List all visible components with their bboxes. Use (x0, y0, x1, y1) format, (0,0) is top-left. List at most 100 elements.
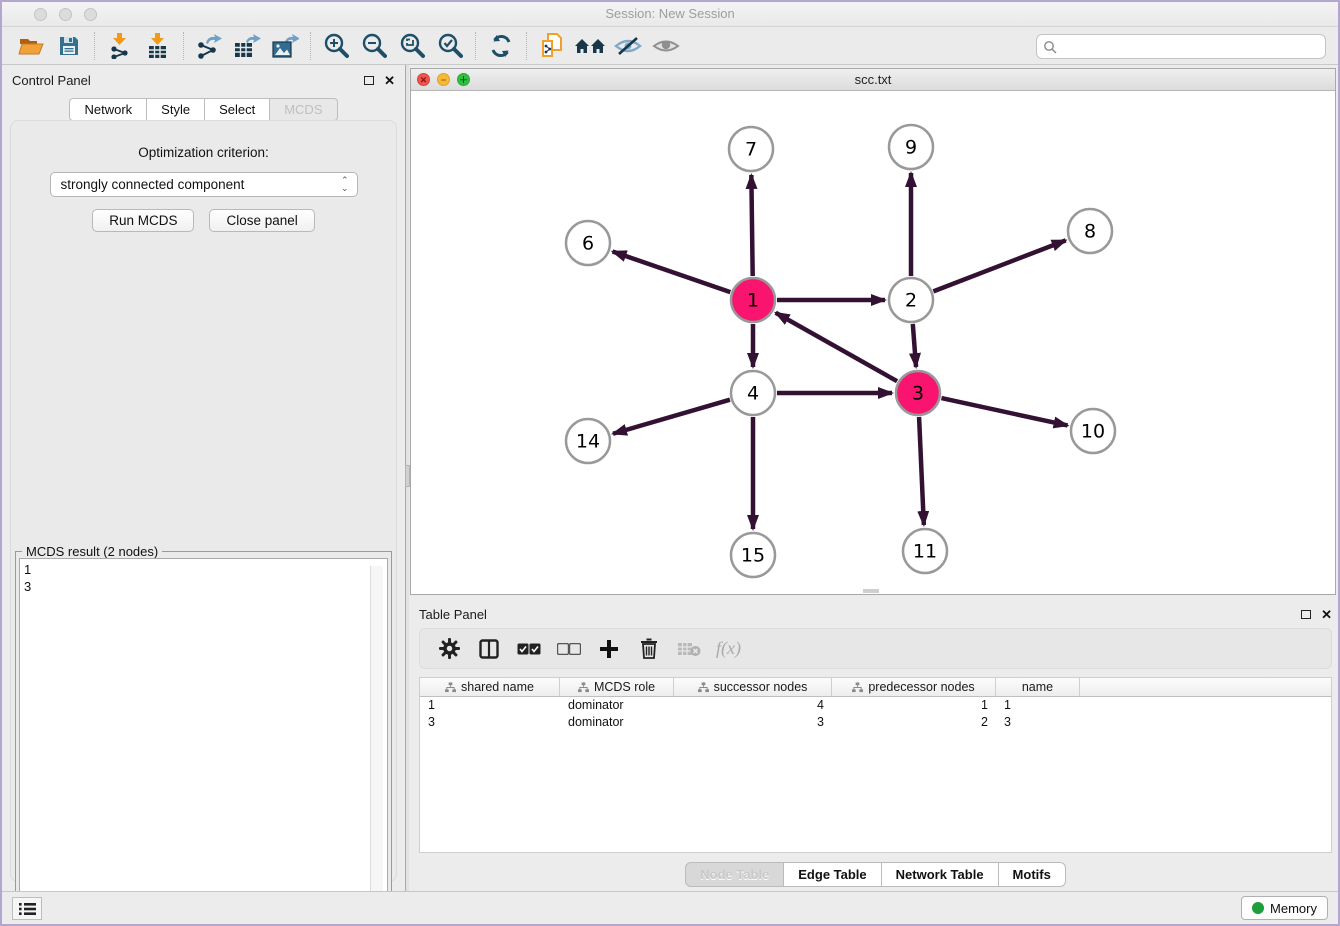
column-label: name (1022, 680, 1053, 694)
column-label: successor nodes (714, 680, 808, 694)
network-window-title: scc.txt (411, 72, 1335, 87)
export-image-button[interactable] (266, 30, 304, 62)
save-session-button[interactable] (50, 30, 88, 62)
table-panel-header: Table Panel ✕ (409, 599, 1340, 629)
close-table-panel-icon[interactable]: ✕ (1321, 608, 1332, 621)
column-header-successor-nodes[interactable]: successor nodes (674, 678, 832, 696)
column-header-MCDS-role[interactable]: MCDS role (560, 678, 674, 696)
graph-node-label-2: 2 (905, 290, 917, 312)
save-icon (58, 35, 80, 57)
network-graph[interactable]: 7968124314101511 (411, 91, 1335, 594)
table-cell[interactable]: dominator (560, 697, 674, 714)
import-table-icon (146, 33, 170, 59)
hide-eye-button[interactable] (609, 30, 647, 62)
edge-2-3[interactable] (913, 324, 916, 367)
function-builder-button[interactable]: f(x) (716, 638, 741, 659)
edge-3-11[interactable] (919, 417, 924, 525)
mcds-result-list[interactable]: 1 3 (19, 558, 388, 922)
table-cell[interactable]: 1 (832, 697, 996, 714)
copy-network-button[interactable] (533, 30, 571, 62)
table-cell[interactable]: 1 (996, 697, 1080, 714)
close-panel-icon[interactable]: ✕ (384, 74, 395, 87)
memory-label: Memory (1270, 901, 1317, 916)
refresh-button[interactable] (482, 30, 520, 62)
zoom-out-button[interactable] (355, 30, 393, 62)
table-row[interactable]: 3dominator323 (420, 714, 1331, 731)
graph-node-label-3: 3 (912, 383, 924, 405)
table-cell[interactable]: dominator (560, 714, 674, 731)
table-row[interactable]: 1dominator411 (420, 697, 1331, 714)
import-network-button[interactable] (101, 30, 139, 62)
show-columns-button[interactable] (476, 636, 502, 662)
add-column-button[interactable] (596, 636, 622, 662)
task-history-button[interactable] (12, 897, 42, 920)
column-header-predecessor-nodes[interactable]: predecessor nodes (832, 678, 996, 696)
export-network-icon (196, 33, 222, 59)
edge-4-14[interactable] (613, 400, 730, 434)
close-panel-button[interactable]: Close panel (209, 209, 314, 232)
float-panel-icon[interactable] (364, 76, 374, 85)
delete-table-button[interactable] (676, 636, 702, 662)
float-table-panel-icon[interactable] (1301, 610, 1311, 619)
table-cell[interactable]: 1 (420, 697, 560, 714)
home-views-button[interactable] (571, 30, 609, 62)
table-cell[interactable]: 3 (996, 714, 1080, 731)
select-all-icon (517, 643, 541, 655)
select-all-button[interactable] (516, 636, 542, 662)
table-cell[interactable]: 3 (420, 714, 560, 731)
criterion-select[interactable]: strongly connected component ⌃⌄ (50, 172, 358, 197)
titlebar: Session: New Session (2, 2, 1338, 27)
tab-node-table[interactable]: Node Table (685, 862, 784, 887)
search-input[interactable] (1057, 40, 1319, 54)
deselect-all-button[interactable] (556, 636, 582, 662)
memory-button[interactable]: Memory (1241, 896, 1328, 920)
edge-3-1[interactable] (776, 313, 897, 381)
export-network-button[interactable] (190, 30, 228, 62)
mcds-result-box: MCDS result (2 nodes) 1 3 (15, 551, 392, 926)
edge-1-6[interactable] (613, 251, 731, 292)
run-mcds-button[interactable]: Run MCDS (92, 209, 194, 232)
select-stepper-icon: ⌃⌄ (341, 177, 349, 191)
export-table-button[interactable] (228, 30, 266, 62)
zoom-in-icon (323, 33, 349, 59)
delete-column-button[interactable] (636, 636, 662, 662)
tab-select[interactable]: Select (205, 98, 270, 121)
tab-style[interactable]: Style (147, 98, 205, 121)
toolbar-separator (183, 32, 184, 60)
export-image-icon (271, 33, 299, 59)
edge-2-8[interactable] (933, 240, 1065, 291)
table-cell[interactable]: 2 (832, 714, 996, 731)
tab-edge-table[interactable]: Edge Table (784, 862, 881, 887)
table-panel-title: Table Panel (419, 607, 1301, 622)
tab-network-table[interactable]: Network Table (882, 862, 999, 887)
open-file-button[interactable] (12, 30, 50, 62)
table-settings-button[interactable] (436, 636, 462, 662)
zoom-fit-button[interactable] (393, 30, 431, 62)
window-title: Session: New Session (2, 6, 1338, 21)
result-scrollbar[interactable] (370, 566, 383, 917)
canvas-resize-grip[interactable] (863, 589, 879, 593)
search-field (1036, 34, 1326, 59)
table-cell[interactable]: 3 (674, 714, 832, 731)
edge-3-10[interactable] (941, 398, 1067, 425)
show-eye-button[interactable] (647, 30, 685, 62)
column-header-name[interactable]: name (996, 678, 1080, 696)
columns-icon (479, 639, 499, 659)
zoom-in-button[interactable] (317, 30, 355, 62)
network-canvas[interactable]: 7968124314101511 (411, 91, 1335, 594)
tab-mcds[interactable]: MCDS (270, 98, 337, 121)
edge-1-7[interactable] (751, 175, 752, 276)
zoom-selected-button[interactable] (431, 30, 469, 62)
graph-node-label-7: 7 (745, 139, 757, 161)
open-file-icon (18, 35, 44, 57)
column-header-shared-name[interactable]: shared name (420, 678, 560, 696)
table-tabs: Node Table Edge Table Network Table Moti… (409, 862, 1340, 887)
network-window-titlebar[interactable]: ✕ − ＋ scc.txt (411, 69, 1335, 91)
table-cell[interactable]: 4 (674, 697, 832, 714)
import-table-button[interactable] (139, 30, 177, 62)
tab-network[interactable]: Network (69, 98, 147, 121)
graph-node-label-14: 14 (576, 431, 600, 453)
tab-motifs[interactable]: Motifs (999, 862, 1066, 887)
refresh-icon (488, 33, 514, 59)
control-panel-tabs: Network Style Select MCDS (2, 98, 405, 121)
